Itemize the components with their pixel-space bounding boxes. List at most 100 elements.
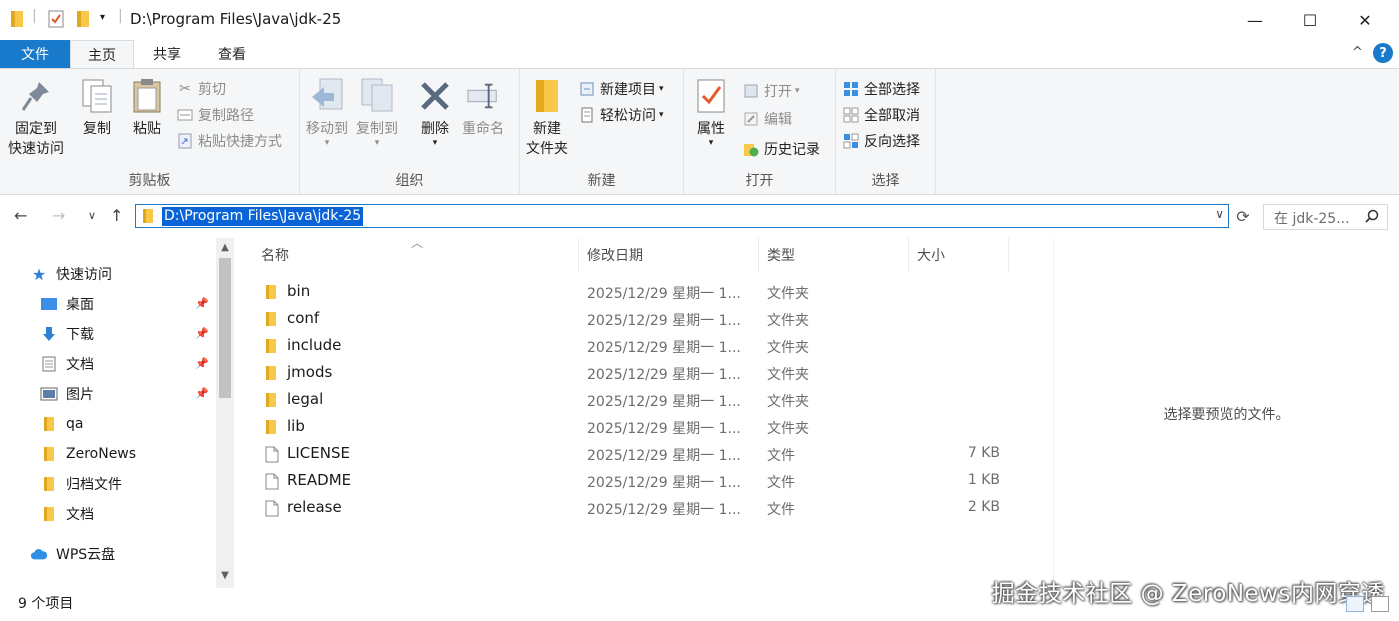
up-arrow-icon[interactable]: ↑ — [110, 206, 123, 225]
column-header-size[interactable]: 大小 — [909, 238, 1009, 272]
new-item-button[interactable]: 新建项目 ▾ — [578, 78, 664, 100]
table-row[interactable]: conf 2025/12/29 星期一 1... 文件夹 — [257, 306, 1017, 333]
scroll-up-arrow-icon[interactable]: ▲ — [216, 242, 234, 253]
table-row[interactable]: jmods 2025/12/29 星期一 1... 文件夹 — [257, 360, 1017, 387]
folder-icon — [40, 475, 58, 493]
address-path[interactable]: D:\Program Files\Java\jdk-25 — [162, 207, 364, 226]
new-item-label: 新建项目 — [600, 82, 656, 98]
column-header-date[interactable]: 修改日期 — [579, 238, 759, 272]
table-row[interactable]: LICENSE 2025/12/29 星期一 1... 文件 7 KB — [257, 441, 1017, 468]
sidebar-item-desktop[interactable]: 桌面 📌 — [40, 289, 215, 319]
address-dropdown-chevron-icon[interactable]: ∨ — [1215, 207, 1224, 221]
pin-icon — [19, 77, 53, 115]
item-count: 9 个项目 — [18, 596, 74, 612]
invert-selection-button[interactable]: 反向选择 — [842, 130, 920, 152]
sidebar-item-documents[interactable]: 文档 📌 — [40, 349, 215, 379]
new-folder-quick-icon[interactable] — [76, 10, 90, 32]
properties-quick-icon[interactable] — [48, 10, 64, 32]
open-button[interactable]: 打开 ▾ — [742, 80, 800, 102]
refresh-icon[interactable]: ⟳ — [1232, 205, 1254, 227]
maximize-button[interactable]: ☐ — [1283, 0, 1337, 40]
history-button[interactable]: 历史记录 — [742, 138, 820, 160]
tab-share[interactable]: 共享 — [136, 40, 198, 68]
folder-icon — [40, 445, 58, 463]
large-icons-view-icon[interactable] — [1371, 596, 1389, 612]
pin-icon[interactable]: 📌 — [195, 297, 209, 310]
sidebar-item-quick-access[interactable]: ★ 快速访问 — [30, 259, 245, 289]
paste-icon — [130, 77, 164, 115]
table-row[interactable]: legal 2025/12/29 星期一 1... 文件夹 — [257, 387, 1017, 414]
properties-button[interactable]: 属性 ▾ — [694, 77, 728, 148]
tab-home[interactable]: 主页 — [70, 40, 134, 69]
file-icon — [265, 500, 279, 521]
title-separator-2: | — [118, 8, 123, 24]
sidebar-item-downloads[interactable]: 下载 📌 — [40, 319, 215, 349]
sidebar-item-wps-cloud[interactable]: WPS云盘 — [30, 539, 215, 569]
table-row[interactable]: bin 2025/12/29 星期一 1... 文件夹 — [257, 279, 1017, 306]
search-box[interactable]: 在 jdk-25... — [1263, 204, 1388, 230]
customize-quick-access-icon[interactable]: ▾ — [100, 12, 105, 23]
pin-icon[interactable]: 📌 — [195, 327, 209, 340]
rename-button[interactable]: 重命名 — [462, 77, 504, 139]
recent-locations-chevron-icon[interactable]: ∨ — [88, 209, 96, 222]
sidebar-item-label: 下载 — [66, 327, 94, 343]
scissors-icon: ✂ — [179, 81, 191, 97]
cut-button[interactable]: ✂ 剪切 — [176, 78, 226, 100]
address-bar[interactable]: D:\Program Files\Java\jdk-25 ∨ — [135, 204, 1229, 228]
back-arrow-icon[interactable]: ← — [14, 206, 27, 225]
delete-label: 删除 — [421, 121, 449, 137]
column-header-name[interactable]: 名称 — [253, 238, 579, 272]
table-row[interactable]: release 2025/12/29 星期一 1... 文件 2 KB — [257, 495, 1017, 522]
file-date: 2025/12/29 星期一 1... — [587, 286, 741, 302]
details-view-icon[interactable] — [1346, 596, 1364, 612]
move-to-button[interactable]: 移动到 ▾ — [306, 77, 348, 148]
new-folder-button[interactable]: 新建 文件夹 — [526, 77, 568, 159]
history-label: 历史记录 — [764, 142, 820, 158]
sidebar-item-archive[interactable]: 归档文件 — [40, 469, 215, 499]
pin-icon[interactable]: 📌 — [195, 357, 209, 370]
select-all-button[interactable]: 全部选择 — [842, 78, 920, 100]
file-type: 文件 — [767, 502, 795, 518]
close-button[interactable]: ✕ — [1338, 0, 1392, 40]
preview-pane: 选择要预览的文件。 — [1053, 238, 1399, 588]
open-group-label: 打开 — [745, 173, 774, 189]
sidebar-item-label: qa — [66, 416, 84, 432]
collapse-ribbon-icon[interactable]: ^ — [1352, 45, 1363, 60]
table-row[interactable]: README 2025/12/29 星期一 1... 文件 1 KB — [257, 468, 1017, 495]
sidebar-item-qa[interactable]: qa — [40, 409, 215, 439]
sidebar-item-zeronews[interactable]: ZeroNews — [40, 439, 215, 469]
copy-to-button[interactable]: 复制到 ▾ — [356, 77, 398, 148]
preview-empty-text: 选择要预览的文件。 — [1163, 407, 1290, 423]
pin-icon[interactable]: 📌 — [195, 387, 209, 400]
tab-file[interactable]: 文件 — [0, 40, 70, 68]
sidebar-scrollbar[interactable]: ▲ ▼ — [216, 238, 234, 588]
copy-path-button[interactable]: 复制路径 — [176, 104, 254, 126]
sidebar-item-documents-folder[interactable]: 文档 — [40, 499, 215, 529]
folder-icon — [10, 10, 24, 32]
paste-shortcut-button[interactable]: 粘贴快捷方式 — [176, 130, 282, 152]
folder-icon — [265, 311, 277, 331]
forward-arrow-icon[interactable]: → — [52, 206, 65, 225]
sidebar-item-pictures[interactable]: 图片 📌 — [40, 379, 215, 409]
search-icon — [1365, 209, 1379, 227]
delete-button[interactable]: 删除 ▾ — [418, 77, 452, 148]
edit-button[interactable]: 编辑 — [742, 108, 792, 130]
easy-access-button[interactable]: 轻松访问 ▾ — [578, 104, 664, 126]
pin-to-quick-access-button[interactable]: 固定到 快速访问 — [8, 77, 64, 159]
column-header-type[interactable]: 类型 — [759, 238, 909, 272]
select-none-button[interactable]: 全部取消 — [842, 104, 920, 126]
select-group-label: 选择 — [871, 173, 900, 189]
table-row[interactable]: lib 2025/12/29 星期一 1... 文件夹 — [257, 414, 1017, 441]
tab-view[interactable]: 查看 — [200, 40, 264, 68]
scroll-down-arrow-icon[interactable]: ▼ — [216, 570, 234, 581]
sidebar-scroll-thumb[interactable] — [219, 258, 231, 398]
minimize-button[interactable]: — — [1228, 0, 1282, 40]
help-icon[interactable]: ? — [1373, 43, 1393, 63]
table-row[interactable]: include 2025/12/29 星期一 1... 文件夹 — [257, 333, 1017, 360]
sidebar-item-label: 文档 — [66, 357, 94, 373]
pin-label-2: 快速访问 — [8, 141, 64, 157]
paste-button[interactable]: 粘贴 — [130, 77, 164, 139]
window-title: D:\Program Files\Java\jdk-25 — [130, 10, 342, 28]
copy-button[interactable]: 复制 — [80, 77, 114, 139]
open-label: 打开 — [764, 84, 792, 100]
